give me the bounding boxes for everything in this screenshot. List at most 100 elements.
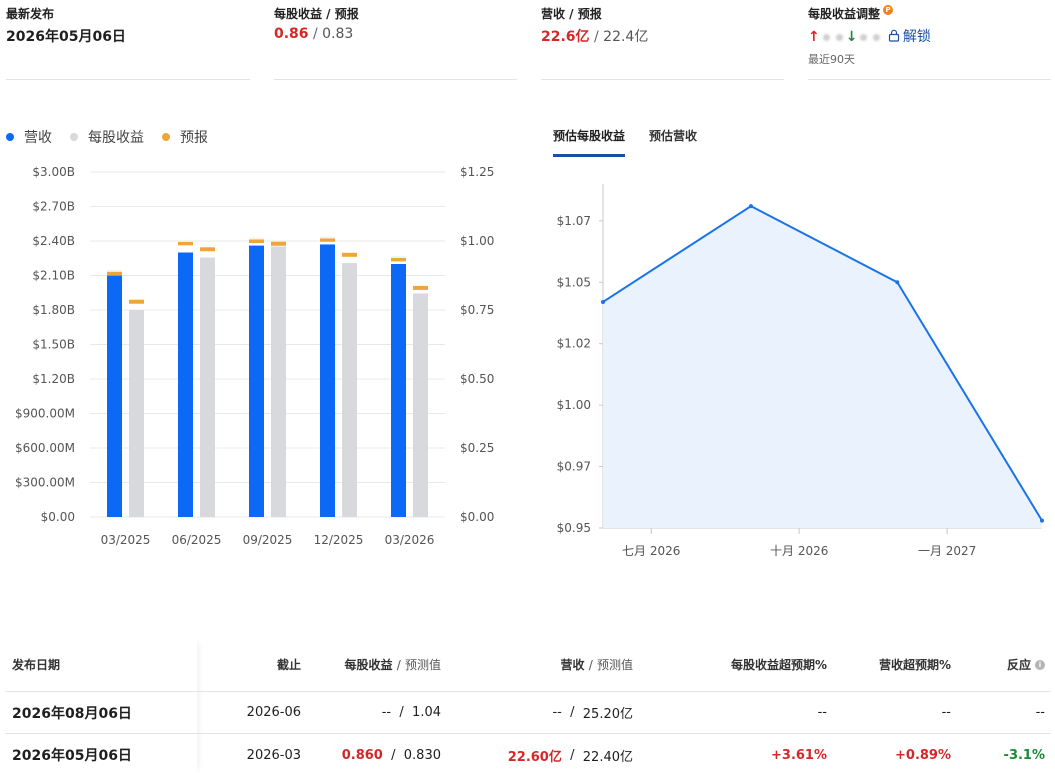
forecast-tabs: 预估每股收益 预估营收	[553, 127, 697, 157]
y-tick-label-left: $2.70B	[32, 200, 75, 214]
stat-title: 每股收益 / 预报	[274, 7, 359, 21]
y-tick-label: $1.02	[557, 337, 591, 351]
stat-value: 22.6亿 / 22.4亿	[541, 29, 649, 45]
y-tick-label-left: $300.00M	[15, 476, 75, 490]
row-revenue: -- / 25.20亿	[552, 705, 633, 722]
x-tick-label: 03/2025	[101, 533, 151, 547]
stat-latest-release: 最新发布 2026年05月06日	[6, 0, 250, 80]
x-tick-label: 06/2025	[172, 533, 222, 547]
legend-dot	[70, 133, 78, 141]
legend-item-forecast[interactable]: 预报	[162, 127, 208, 147]
legend-item-revenue[interactable]: 营收	[6, 127, 52, 147]
header-revenue-surprise[interactable]: 营收超预期%	[827, 638, 951, 691]
legend-dot	[162, 133, 170, 141]
y-tick-label-left: $900.00M	[15, 407, 75, 421]
x-tick-label: 十月 2026	[770, 544, 828, 558]
x-tick-label: 03/2026	[385, 533, 435, 547]
header-revenue[interactable]: 营收 / 预测值	[441, 638, 633, 691]
forecast-point	[895, 280, 900, 285]
y-tick-label-right: $0.25	[460, 441, 494, 455]
blurred-value	[835, 33, 843, 41]
y-tick-label: $1.05	[557, 275, 591, 289]
table-header: 发布日期 截止 每股收益 / 预测值 营收 / 预测值 每股收益超预期% 营收超…	[5, 638, 1051, 692]
row-reaction: --	[1035, 705, 1045, 720]
header-eps[interactable]: 每股收益 / 预测值	[301, 638, 441, 691]
stat-value: 0.86 / 0.83	[274, 26, 354, 42]
row-date: 2026年08月06日	[12, 705, 132, 722]
row-revenue-surprise: +0.89%	[895, 747, 951, 763]
y-tick-label-left: $1.80B	[32, 303, 75, 317]
y-tick-label: $1.00	[557, 398, 591, 412]
eps-actual: 0.86	[274, 26, 309, 42]
eps-forecast-marker	[413, 285, 428, 290]
tab-eps-forecast[interactable]: 预估每股收益	[553, 127, 626, 157]
y-tick-label-left: $1.20B	[32, 372, 75, 386]
stat-eps-adjust: 每股收益调整 P ↑ ↓ 解锁 最近90天	[808, 0, 1051, 80]
eps-bar	[271, 246, 286, 517]
revenue-bar	[391, 264, 406, 517]
row-revenue: 22.60亿 / 22.40亿	[507, 747, 633, 765]
eps-forecast-marker	[342, 252, 357, 257]
stat-value: ↑ ↓ 解锁	[808, 26, 931, 46]
header-eps-surprise[interactable]: 每股收益超预期%	[633, 638, 827, 691]
y-tick-label: $1.07	[557, 214, 591, 228]
info-icon[interactable]: i	[1035, 659, 1045, 670]
eps-forecast-marker	[271, 241, 286, 246]
revenue-bar	[178, 252, 193, 517]
eps-forecast-chart: $0.95 $0.97 $1.00 $1.02 $1.05 $1.07 七月 2026 十月 …	[557, 184, 1044, 558]
x-tick-label: 一月 2027	[918, 544, 976, 558]
forecast-point	[1040, 518, 1044, 523]
chart-legend: 营收 每股收益 预报	[6, 127, 208, 147]
row-reaction: -3.1%	[1003, 747, 1045, 763]
legend-dot	[6, 133, 14, 141]
forecast-marker-gap	[178, 239, 193, 242]
revenue-bar	[107, 275, 122, 517]
legend-item-eps[interactable]: 每股收益	[70, 127, 144, 147]
header-reaction[interactable]: 反应 i	[951, 638, 1045, 691]
arrow-down-icon: ↓	[845, 29, 858, 45]
forecast-area	[603, 206, 1042, 528]
revenue-forecast-marker	[178, 241, 193, 246]
row-revenue-surprise: --	[941, 705, 951, 720]
eps-bar	[413, 293, 428, 517]
x-tick-label: 12/2025	[314, 533, 364, 547]
table-row: 2026年05月06日 2026-03 0.860 / 0.830 22.60亿…	[5, 734, 1051, 773]
header-date[interactable]: 发布日期	[12, 638, 197, 691]
header-cutoff[interactable]: 截止	[197, 638, 301, 691]
revenue-forecast-marker	[107, 271, 122, 276]
lock-icon	[888, 29, 900, 42]
row-cutoff: 2026-03	[246, 747, 301, 763]
unlock-link[interactable]: 解锁	[888, 29, 931, 45]
stat-value: 2026年05月06日	[6, 29, 126, 45]
revenue-bar	[249, 245, 264, 517]
stat-revenue: 营收 / 预报 22.6亿 / 22.4亿	[541, 0, 784, 80]
x-tick-label: 七月 2026	[622, 544, 680, 558]
stat-period: 最近90天	[808, 53, 855, 66]
eps-bar	[342, 263, 357, 517]
y-tick-label-right: $1.00	[460, 234, 494, 248]
y-tick-label-left: $600.00M	[15, 441, 75, 455]
forecast-marker-gap	[391, 255, 406, 258]
y-tick-label-right: $1.25	[460, 165, 494, 179]
row-cutoff: 2026-06	[246, 705, 301, 720]
table-row: 2026年08月06日 2026-06 -- / 1.04 -- / 25.20…	[5, 692, 1051, 734]
y-tick-label-left: $2.40B	[32, 234, 75, 248]
y-tick-label: $0.95	[557, 521, 591, 535]
tab-revenue-forecast[interactable]: 预估营收	[649, 127, 697, 157]
y-tick-label-left: $3.00B	[32, 165, 75, 179]
row-eps-surprise: +3.61%	[771, 747, 827, 763]
forecast-marker-gap	[107, 269, 122, 272]
forecast-point	[748, 204, 753, 209]
revenue-forecast: 22.4亿	[603, 29, 649, 45]
eps-bar	[200, 257, 215, 517]
earnings-table: 发布日期 截止 每股收益 / 预测值 营收 / 预测值 每股收益超预期% 营收超…	[5, 638, 1051, 773]
stat-title: 最新发布	[6, 7, 55, 21]
row-eps: 0.860 / 0.830	[341, 747, 441, 763]
revenue-forecast-marker	[391, 257, 406, 262]
revenue-forecast-marker	[249, 239, 264, 243]
eps-bar	[129, 310, 144, 517]
forecast-point	[601, 299, 605, 304]
stat-title: 每股收益调整 P	[808, 5, 894, 22]
revenue-actual: 22.6亿	[541, 29, 590, 45]
y-tick-label-left: $0.00	[41, 510, 75, 524]
